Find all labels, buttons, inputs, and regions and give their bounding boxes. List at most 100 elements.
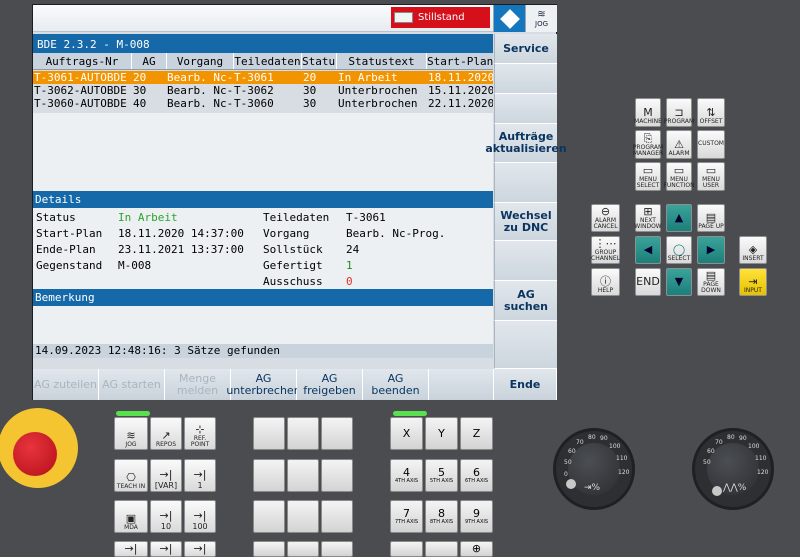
table-row[interactable]: T-3061-AUTOBDE 20 Bearb. Nc-... T-3061 2…: [33, 71, 493, 84]
user-key[interactable]: [287, 500, 319, 533]
alarm-cancel-key[interactable]: ⊖ ALARM CANCEL: [591, 204, 620, 232]
auto-key[interactable]: →|: [114, 541, 148, 557]
user-key[interactable]: [321, 417, 353, 450]
emergency-stop-button[interactable]: [0, 408, 78, 488]
page-down-key[interactable]: ▤ PAGE DOWN: [697, 268, 725, 296]
rapid-key[interactable]: ⊕: [460, 541, 493, 557]
cell: 15.11.2020 ...: [428, 84, 493, 97]
inc100-key[interactable]: →| 100: [184, 500, 216, 533]
end-key[interactable]: END: [635, 268, 661, 296]
inc10000-key[interactable]: →|: [184, 541, 216, 557]
table-row[interactable]: T-3060-AUTOBDE 40 Bearb. Nc-... T-3060 3…: [33, 97, 493, 110]
arrow-down-key[interactable]: ▼: [666, 268, 692, 296]
user-key[interactable]: [253, 500, 285, 533]
knob-pointer: [712, 486, 722, 496]
softkey-ag-unterbrechen[interactable]: AG unterbrechen: [226, 369, 301, 400]
axis-4-key[interactable]: 4 4TH AXIS: [390, 459, 423, 492]
inc1000-key[interactable]: →|: [150, 541, 182, 557]
user-key[interactable]: [287, 417, 319, 450]
col-teiledaten[interactable]: Teiledaten: [234, 53, 302, 69]
axis-x-key[interactable]: X: [390, 417, 423, 450]
horizontal-softkey-bar: AG zuteilen AG starten Menge melden AG u…: [33, 369, 557, 400]
jog-icon: ≋: [126, 429, 136, 442]
softkey-h7[interactable]: [429, 369, 494, 400]
select-key[interactable]: ◯ SELECT: [666, 236, 692, 264]
col-ag[interactable]: AG: [132, 53, 167, 69]
ref-point-key[interactable]: ⊹ REF. POINT: [184, 417, 216, 450]
offset-icon: ⇅: [706, 106, 716, 119]
softkey-v3[interactable]: [494, 94, 557, 124]
softkey-v5[interactable]: [494, 163, 557, 203]
teach-in-key[interactable]: ⎔ TEACH IN: [114, 459, 148, 492]
axis-8-key[interactable]: 8 8TH AXIS: [425, 500, 458, 533]
program-manager-key[interactable]: ⎘ PROGRAM MANAGER: [633, 130, 663, 159]
help-key[interactable]: ⓘ HELP: [591, 268, 620, 296]
spindle-override-knob[interactable]: 50 60 70 80 90 100 110 120 ⋀⋀%: [692, 428, 774, 510]
axis-z-key[interactable]: Z: [460, 417, 493, 450]
alarm-key[interactable]: ⚠ ALARM: [666, 130, 692, 159]
axis-y-key[interactable]: Y: [425, 417, 458, 450]
siemens-logo-button[interactable]: [493, 5, 525, 32]
softkey-auftraege-aktualisieren[interactable]: Aufträge aktualisieren: [485, 124, 567, 163]
axis-key[interactable]: [425, 541, 458, 557]
inc10-key[interactable]: →| 10: [150, 500, 182, 533]
softkey-wechsel-dnc[interactable]: Wechsel zu DNC: [494, 203, 557, 241]
user-key[interactable]: [321, 459, 353, 492]
user-key[interactable]: [253, 417, 285, 450]
softkey-ende[interactable]: Ende: [494, 369, 557, 400]
insert-key[interactable]: ◈ INSERT: [739, 236, 767, 264]
arrow-right-key[interactable]: ▶: [697, 236, 725, 264]
softkey-service[interactable]: Service: [494, 34, 557, 64]
col-status[interactable]: Status: [302, 53, 337, 69]
col-startplan[interactable]: Start-Plan: [427, 53, 493, 69]
col-statustext[interactable]: Statustext: [337, 53, 427, 69]
next-window-key[interactable]: ⊞ NEXT WINDOW: [634, 204, 662, 232]
feed-icon: ⇥%: [584, 483, 601, 493]
feed-override-knob[interactable]: 0 50 60 70 80 90 100 110 120 ⇥%: [553, 428, 635, 510]
table-empty-area: [33, 113, 493, 191]
menu-user-key[interactable]: ▭ MENU USER: [697, 162, 725, 191]
axis-5-key[interactable]: 5 5TH AXIS: [425, 459, 458, 492]
axis-7-key[interactable]: 7 7TH AXIS: [390, 500, 423, 533]
repos-key[interactable]: ↗ REPOS: [150, 417, 182, 450]
axis-key[interactable]: [390, 541, 423, 557]
menu-function-key[interactable]: ▭ MENU FUNCTION: [663, 162, 695, 191]
softkey-v2[interactable]: [494, 64, 557, 94]
user-key[interactable]: [253, 541, 285, 557]
arrow-up-key[interactable]: ▲: [666, 204, 692, 232]
axis-9-key[interactable]: 9 9TH AXIS: [460, 500, 493, 533]
softkey-menge-melden[interactable]: Menge melden: [165, 369, 231, 400]
user-key[interactable]: [287, 459, 319, 492]
input-key[interactable]: ⇥ INPUT: [739, 268, 767, 296]
softkey-v9[interactable]: [494, 321, 557, 369]
status-value: In Arbeit: [118, 211, 178, 224]
arrow-left-key[interactable]: ◀: [635, 236, 661, 264]
user-key[interactable]: [321, 500, 353, 533]
softkey-ag-suchen[interactable]: AG suchen: [494, 281, 557, 321]
group-channel-key[interactable]: ⋮⋯ GROUP CHANNEL: [591, 236, 620, 264]
softkey-ag-freigeben[interactable]: AG freigeben: [297, 369, 363, 400]
table-row[interactable]: T-3062-AUTOBDE 30 Bearb. Nc-... T-3062 3…: [33, 84, 493, 97]
user-key[interactable]: [287, 541, 319, 557]
custom-key[interactable]: CUSTOM: [697, 130, 725, 159]
user-key[interactable]: [321, 541, 353, 557]
mda-key[interactable]: ▣ MDA: [114, 500, 148, 533]
page-up-key[interactable]: ▤ PAGE UP: [697, 204, 725, 232]
program-key[interactable]: ⊐ PROGRAM: [664, 98, 694, 127]
softkey-ag-beenden[interactable]: AG beenden: [363, 369, 429, 400]
softkey-ag-starten[interactable]: AG starten: [99, 369, 165, 400]
jog-key[interactable]: ≋ JOG: [114, 417, 148, 450]
menu-select-key[interactable]: ▭ MENU SELECT: [635, 162, 661, 191]
softkey-ag-zuteilen[interactable]: AG zuteilen: [33, 369, 99, 400]
col-vorgang[interactable]: Vorgang: [167, 53, 234, 69]
offset-key[interactable]: ⇅ OFFSET: [697, 98, 725, 127]
remark-field[interactable]: [33, 306, 493, 344]
machine-key[interactable]: M MACHINE: [634, 98, 662, 127]
axis-6-key[interactable]: 6 6TH AXIS: [460, 459, 493, 492]
cell: 40: [133, 97, 147, 110]
col-auftrag[interactable]: Auftrags-Nr: [33, 53, 132, 69]
var-key[interactable]: →| [VAR]: [150, 459, 182, 492]
inc1-key[interactable]: →| 1: [184, 459, 216, 492]
user-key[interactable]: [253, 459, 285, 492]
softkey-v7[interactable]: [494, 241, 557, 281]
